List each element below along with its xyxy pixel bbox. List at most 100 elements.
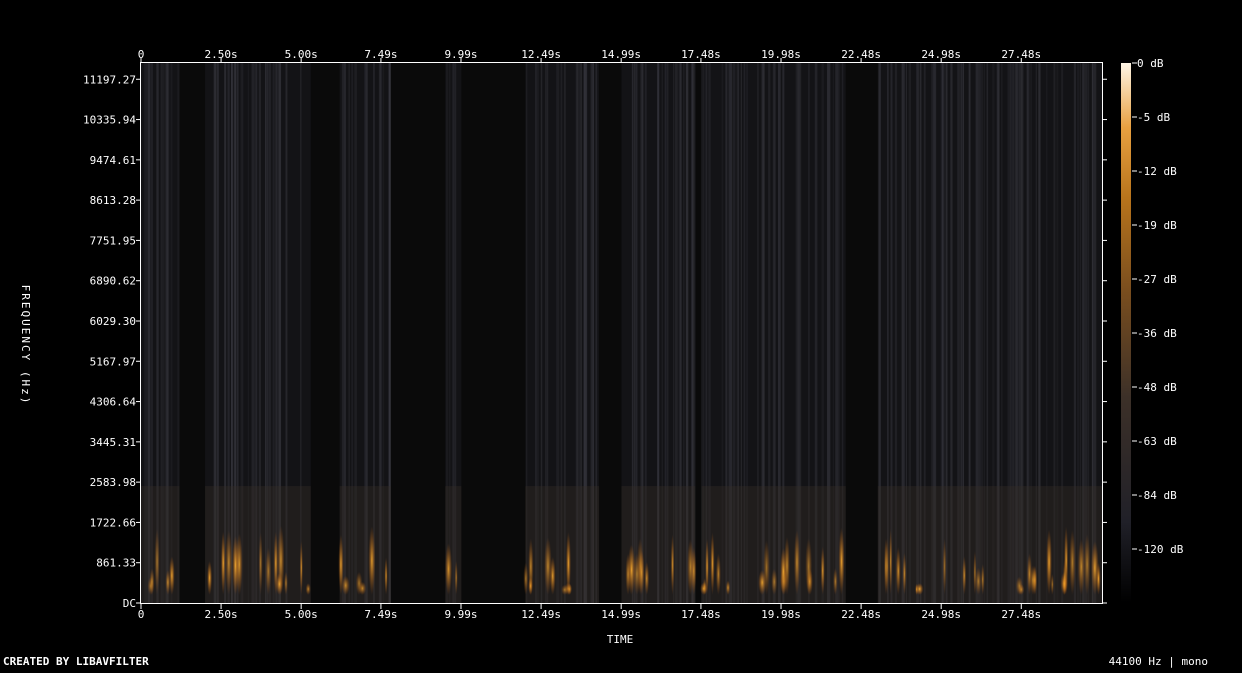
formant-blob-2-0 bbox=[384, 557, 388, 595]
formant-blob-7-18 bbox=[1046, 529, 1052, 595]
x-tick-label-top-11: 27.48s bbox=[1001, 48, 1041, 61]
formant-blob-2-5 bbox=[338, 534, 344, 596]
x-tick-label-bottom-5: 12.49s bbox=[521, 608, 561, 621]
x-axis-label: TIME bbox=[607, 633, 634, 646]
formant-blob-7-0 bbox=[1069, 529, 1076, 595]
formant-blob-7-22 bbox=[1090, 540, 1099, 595]
x-tick-label-top-3: 7.49s bbox=[364, 48, 397, 61]
formant-blob-0-3 bbox=[149, 568, 155, 595]
y-tick-label-10: 8613.28 bbox=[90, 194, 136, 207]
colorbar-label-9: -120 dB bbox=[1137, 543, 1184, 556]
x-tick-label-bottom-3: 7.49s bbox=[364, 608, 397, 621]
x-tick-label-top-7: 17.48s bbox=[681, 48, 721, 61]
formant-blob-4-6 bbox=[565, 531, 571, 595]
x-tick-label-top-8: 19.98s bbox=[761, 48, 801, 61]
x-tick-label-bottom-10: 24.98s bbox=[921, 608, 961, 621]
x-tick-label-bottom-1: 2.50s bbox=[205, 608, 238, 621]
formant-blob-1-0 bbox=[207, 560, 213, 595]
y-tick-label-0: DC bbox=[123, 597, 136, 610]
y-tick-label-3: 2583.98 bbox=[90, 476, 136, 489]
lowfreq-energy-4 bbox=[525, 486, 600, 603]
formant-blob-6-0 bbox=[820, 546, 825, 595]
formant-blob-2-3 bbox=[368, 526, 376, 595]
colorbar-label-8: -84 dB bbox=[1137, 489, 1177, 502]
formant-blob-6-10 bbox=[710, 532, 715, 595]
colorbar-labels: 0 dB -5 dB -12 dB -19 dB -27 dB -36 dB -48 dB -… bbox=[1132, 57, 1184, 556]
formant-blob-4-8 bbox=[544, 537, 552, 595]
formant-blob-7-26 bbox=[1030, 565, 1036, 596]
formant-blob-7-10 bbox=[915, 583, 924, 595]
colorbar-label-1: -5 dB bbox=[1137, 111, 1170, 124]
x-tick-label-bottom-0: 0 bbox=[138, 608, 145, 621]
y-tick-label-7: 6029.30 bbox=[90, 315, 136, 328]
formant-blob-6-7 bbox=[715, 553, 721, 595]
x-tick-label-bottom-9: 22.48s bbox=[841, 608, 881, 621]
spectrogram-chart: 0 2.50s 5.00s 7.49s 9.99s 12.49s 14.99s 17.48s 1… bbox=[3, 48, 1208, 668]
formant-blob-7-2 bbox=[1077, 538, 1085, 595]
formant-blob-1-11 bbox=[275, 573, 283, 595]
formant-blob-6-3 bbox=[833, 567, 838, 595]
formant-blob-1-12 bbox=[284, 571, 288, 595]
formant-blob-1-8 bbox=[258, 531, 263, 596]
formant-blob-0-1 bbox=[154, 528, 160, 595]
formant-blob-6-5 bbox=[793, 529, 800, 595]
formant-blob-7-27 bbox=[895, 547, 901, 595]
y-tick-label-4: 3445.31 bbox=[90, 436, 136, 449]
formant-blob-5-6 bbox=[670, 534, 675, 596]
y-tick-label-12: 10335.94 bbox=[83, 114, 136, 127]
formant-blob-6-11 bbox=[700, 582, 708, 595]
x-tick-label-bottom-8: 19.98s bbox=[761, 608, 801, 621]
formant-blob-7-14 bbox=[962, 555, 967, 595]
formant-blob-6-14 bbox=[805, 538, 813, 596]
formant-blob-7-25 bbox=[975, 567, 982, 596]
y-tick-label-11: 9474.61 bbox=[90, 154, 136, 167]
y-tick-label-8: 6890.62 bbox=[90, 275, 136, 288]
x-tick-label-bottom-4: 9.99s bbox=[444, 608, 477, 621]
formant-blob-1-10 bbox=[235, 533, 243, 595]
lowfreq-energy-7 bbox=[877, 486, 1102, 603]
formant-blob-6-15 bbox=[771, 568, 778, 595]
formant-blob-5-8 bbox=[644, 561, 650, 596]
colorbar-label-0: 0 dB bbox=[1137, 57, 1164, 70]
formant-blob-7-20 bbox=[1083, 533, 1091, 595]
y-tick-label-9: 7751.95 bbox=[90, 234, 136, 247]
formant-blob-2-4 bbox=[355, 571, 363, 596]
formant-blob-6-12 bbox=[758, 569, 767, 595]
x-tick-label-top-2: 5.00s bbox=[285, 48, 318, 61]
formant-blob-6-13 bbox=[838, 527, 845, 595]
x-axis-bottom: 0 2.50s 5.00s 7.49s 9.99s 12.49s 14.99s 17.48s 1… bbox=[138, 604, 1041, 621]
spectrogram-energy bbox=[141, 63, 1102, 603]
formant-blob-1-1 bbox=[305, 583, 311, 595]
x-tick-label-top-6: 14.99s bbox=[601, 48, 641, 61]
x-tick-label-top-1: 2.50s bbox=[205, 48, 238, 61]
x-tick-label-bottom-2: 5.00s bbox=[285, 608, 318, 621]
formant-blob-4-7 bbox=[528, 538, 534, 595]
formant-blob-7-19 bbox=[1062, 559, 1067, 596]
formant-blob-5-4 bbox=[625, 553, 631, 595]
formant-blob-7-9 bbox=[889, 528, 893, 595]
y-axis-label: FREQUENCY (Hz) bbox=[19, 285, 32, 406]
x-tick-label-top-9: 22.48s bbox=[841, 48, 881, 61]
colorbar-label-7: -63 dB bbox=[1137, 435, 1177, 448]
footer-credit: CREATED BY LIBAVFILTER bbox=[3, 655, 149, 668]
x-tick-label-bottom-11: 27.48s bbox=[1001, 608, 1041, 621]
formant-blob-5-5 bbox=[633, 553, 641, 595]
colorbar-label-6: -48 dB bbox=[1137, 381, 1177, 394]
x-tick-label-top-10: 24.98s bbox=[921, 48, 961, 61]
formant-blob-7-24 bbox=[902, 552, 907, 595]
x-axis-top: 0 2.50s 5.00s 7.49s 9.99s 12.49s 14.99s 17.48s 1… bbox=[138, 48, 1041, 62]
formant-blob-1-9 bbox=[225, 530, 233, 595]
x-tick-label-bottom-7: 17.48s bbox=[681, 608, 721, 621]
formant-blob-1-5 bbox=[265, 547, 272, 595]
formant-blob-7-15 bbox=[1015, 576, 1023, 595]
y-tick-label-2: 1722.66 bbox=[90, 516, 136, 529]
x-tick-label-top-0: 0 bbox=[138, 48, 145, 61]
colorbar-label-4: -27 dB bbox=[1137, 273, 1177, 286]
formant-blob-7-17 bbox=[942, 538, 947, 595]
formant-blob-3-1 bbox=[444, 543, 453, 595]
formant-blob-5-7 bbox=[687, 539, 694, 595]
colorbar-label-2: -12 dB bbox=[1137, 165, 1177, 178]
y-tick-label-6: 5167.97 bbox=[90, 355, 136, 368]
colorbar bbox=[1121, 63, 1131, 603]
y-tick-label-1: 861.33 bbox=[96, 557, 136, 570]
